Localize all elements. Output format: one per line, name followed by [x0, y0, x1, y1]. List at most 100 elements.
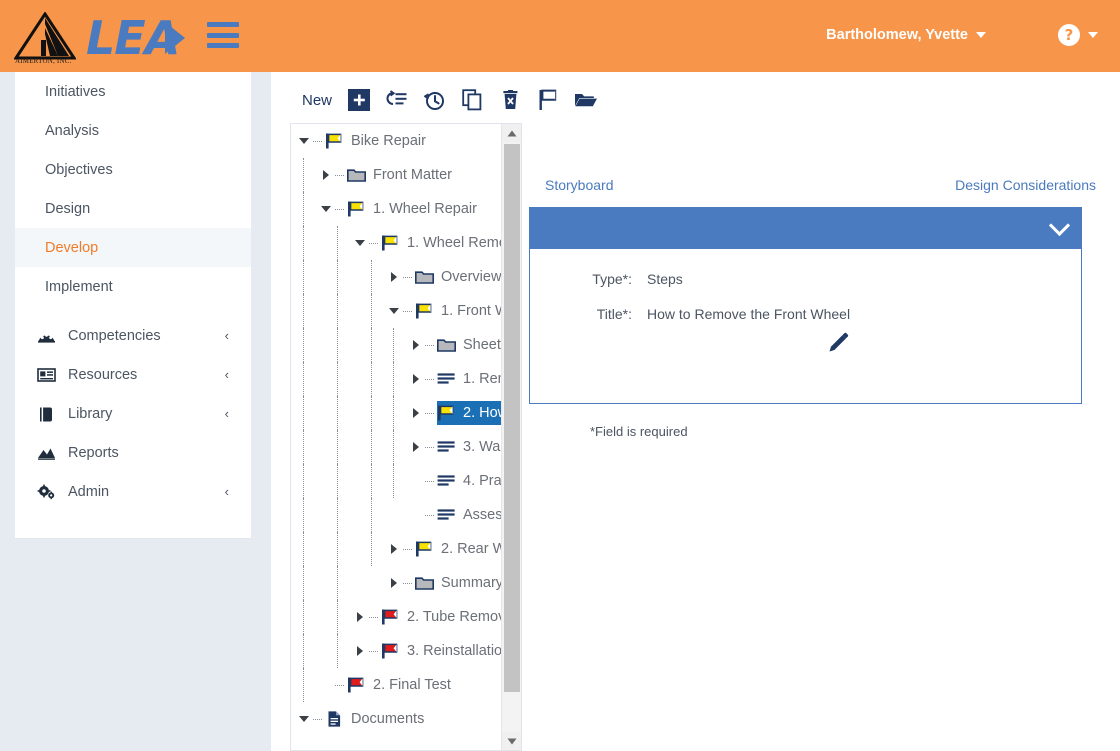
tree-row[interactable]: 2. Tube Removal ar [291, 600, 502, 634]
tree-row[interactable]: Summary [291, 566, 502, 600]
tree-node-label: 1. Front Wheel [441, 303, 502, 319]
tree-node-hit[interactable]: 3. Reinstallation of [381, 639, 502, 663]
lines-doc-icon [437, 439, 456, 455]
tree-row[interactable]: Sheets [291, 328, 502, 362]
tree-row[interactable]: 1. Wheel Repair [291, 192, 502, 226]
expander-toggle-icon[interactable] [353, 236, 367, 250]
expander-toggle-icon[interactable] [297, 134, 311, 148]
sidebar-item-admin[interactable]: Admin ‹ [15, 472, 251, 511]
expander-toggle-icon[interactable] [297, 712, 311, 726]
tree-node-hit[interactable]: 2. Tube Removal ar [381, 605, 502, 629]
tree-node-hit[interactable]: 4. Practice [437, 469, 502, 493]
tree-node-hit[interactable]: Sheets [436, 333, 502, 357]
expander-toggle-icon[interactable] [387, 270, 401, 284]
tree-connector [425, 412, 434, 414]
expander-toggle-icon[interactable] [409, 338, 423, 352]
expander-toggle-icon[interactable] [353, 610, 367, 624]
tree-node-hit[interactable]: Overview [414, 265, 502, 289]
tree-node-label: 2. How to Re [463, 405, 502, 421]
expander-placeholder [409, 508, 423, 522]
tree-node-label: 1. Wheel Repair [373, 201, 477, 217]
sidebar-item-label: Reports [68, 444, 119, 461]
tree-row[interactable]: 3. Reinstallation of [291, 634, 502, 668]
tree-row[interactable]: Assessment [291, 498, 502, 532]
help-menu[interactable]: ? [1058, 24, 1098, 46]
sidebar-item-library[interactable]: Library ‹ [15, 394, 251, 433]
sidebar-item-reports[interactable]: Reports [15, 433, 251, 472]
tree-connector [335, 174, 344, 176]
tree-row[interactable]: 1. Front Wheel [291, 294, 502, 328]
tree-row[interactable]: 3. Warning [291, 430, 502, 464]
sidebar-item-analysis[interactable]: Analysis [15, 111, 251, 150]
expander-toggle-icon[interactable] [387, 304, 401, 318]
tree-row[interactable]: Bike Repair [291, 124, 502, 158]
expander-toggle-icon[interactable] [319, 202, 333, 216]
add-button[interactable] [348, 89, 371, 111]
user-menu[interactable]: Bartholomew, Yvette [826, 27, 986, 43]
card-collapse-header[interactable] [530, 208, 1081, 249]
sidebar-item-objectives[interactable]: Objectives [15, 150, 251, 189]
flag-yellow-icon [381, 235, 400, 251]
sidebar-item-design[interactable]: Design [15, 189, 251, 228]
expander-toggle-icon[interactable] [409, 406, 423, 420]
tree-node-hit[interactable]: 1. Wheel Repair [347, 197, 483, 221]
delete-button[interactable] [498, 88, 522, 112]
tree-node-hit[interactable]: 1. Wheel Removal [381, 231, 502, 255]
expander-toggle-icon[interactable] [409, 440, 423, 454]
design-considerations-link[interactable]: Design Considerations [955, 177, 1096, 193]
sidebar-item-implement[interactable]: Implement [15, 267, 251, 306]
tree-row[interactable]: Front Matter [291, 158, 502, 192]
tree-row[interactable]: 1. Wheel Removal [291, 226, 502, 260]
tree-row[interactable]: 2. Rear Wheel [291, 532, 502, 566]
tree-scrollbar[interactable] [501, 124, 521, 750]
sidebar-item-resources[interactable]: Resources ‹ [15, 355, 251, 394]
tree-row[interactable]: Documents [291, 702, 502, 736]
tree-node-label: 3. Warning [463, 439, 502, 455]
indent-list-button[interactable] [384, 88, 408, 112]
brand-logo[interactable]: AIMERTON, INC. LEA [14, 8, 186, 65]
tree-row[interactable]: 2. Final Test [291, 668, 502, 702]
scroll-down-arrow-icon[interactable] [502, 732, 521, 750]
scroll-up-arrow-icon[interactable] [502, 124, 521, 142]
expander-toggle-icon[interactable] [353, 644, 367, 658]
pencil-icon[interactable] [826, 331, 850, 360]
tree-row[interactable]: Overview [291, 260, 502, 294]
tree-node-label: Documents [351, 711, 425, 727]
content-tree: Bike Repair Front Matter 1. Wheel Repair… [291, 124, 502, 750]
tree-node-hit[interactable]: Documents [325, 707, 430, 731]
user-name-label: Bartholomew, Yvette [826, 27, 968, 43]
storyboard-link[interactable]: Storyboard [545, 177, 613, 193]
tree-node-hit[interactable]: 2. Rear Wheel [415, 537, 502, 561]
tree-row[interactable]: 1. Removing [291, 362, 502, 396]
tree-node-hit[interactable]: 1. Removing [437, 367, 502, 391]
tree-node-hit[interactable]: Assessment [437, 503, 502, 527]
history-button[interactable] [422, 88, 446, 112]
tree-node-hit[interactable]: 1. Front Wheel [415, 299, 502, 323]
tree-scrollbar-thumb[interactable] [504, 144, 520, 692]
sidebar-item-competencies[interactable]: Competencies ‹ [15, 316, 251, 355]
folder-button[interactable] [574, 88, 598, 112]
tree-connector [425, 446, 434, 448]
tree-node-hit[interactable]: Bike Repair [325, 129, 432, 153]
expander-toggle-icon[interactable] [387, 576, 401, 590]
flag-button[interactable] [536, 88, 560, 112]
tree-node-hit[interactable]: Summary [414, 571, 502, 595]
tree-node-hit[interactable]: Front Matter [346, 163, 458, 187]
tree-row[interactable]: 4. Practice [291, 464, 502, 498]
sidebar-item-initiatives[interactable]: Initiatives [15, 72, 251, 111]
hamburger-icon[interactable] [207, 22, 240, 48]
tree-node-hit[interactable]: 3. Warning [437, 435, 502, 459]
copy-button[interactable] [460, 88, 484, 112]
field-row-title: Title*: How to Remove the Front Wheel [530, 306, 1081, 322]
sidebar-item-develop[interactable]: Develop [15, 228, 251, 267]
expander-toggle-icon[interactable] [387, 542, 401, 556]
expander-toggle-icon[interactable] [409, 372, 423, 386]
tree-node-hit[interactable]: 2. Final Test [347, 673, 457, 697]
chevron-down-icon[interactable] [1048, 214, 1071, 237]
tree-row-selected[interactable]: 2. How to Re [291, 396, 502, 430]
expander-placeholder [319, 678, 333, 692]
expander-toggle-icon[interactable] [319, 168, 333, 182]
tree-connector [313, 140, 322, 142]
tree-node-hit[interactable]: 2. How to Re [437, 401, 502, 425]
folder-open-icon [575, 94, 598, 107]
